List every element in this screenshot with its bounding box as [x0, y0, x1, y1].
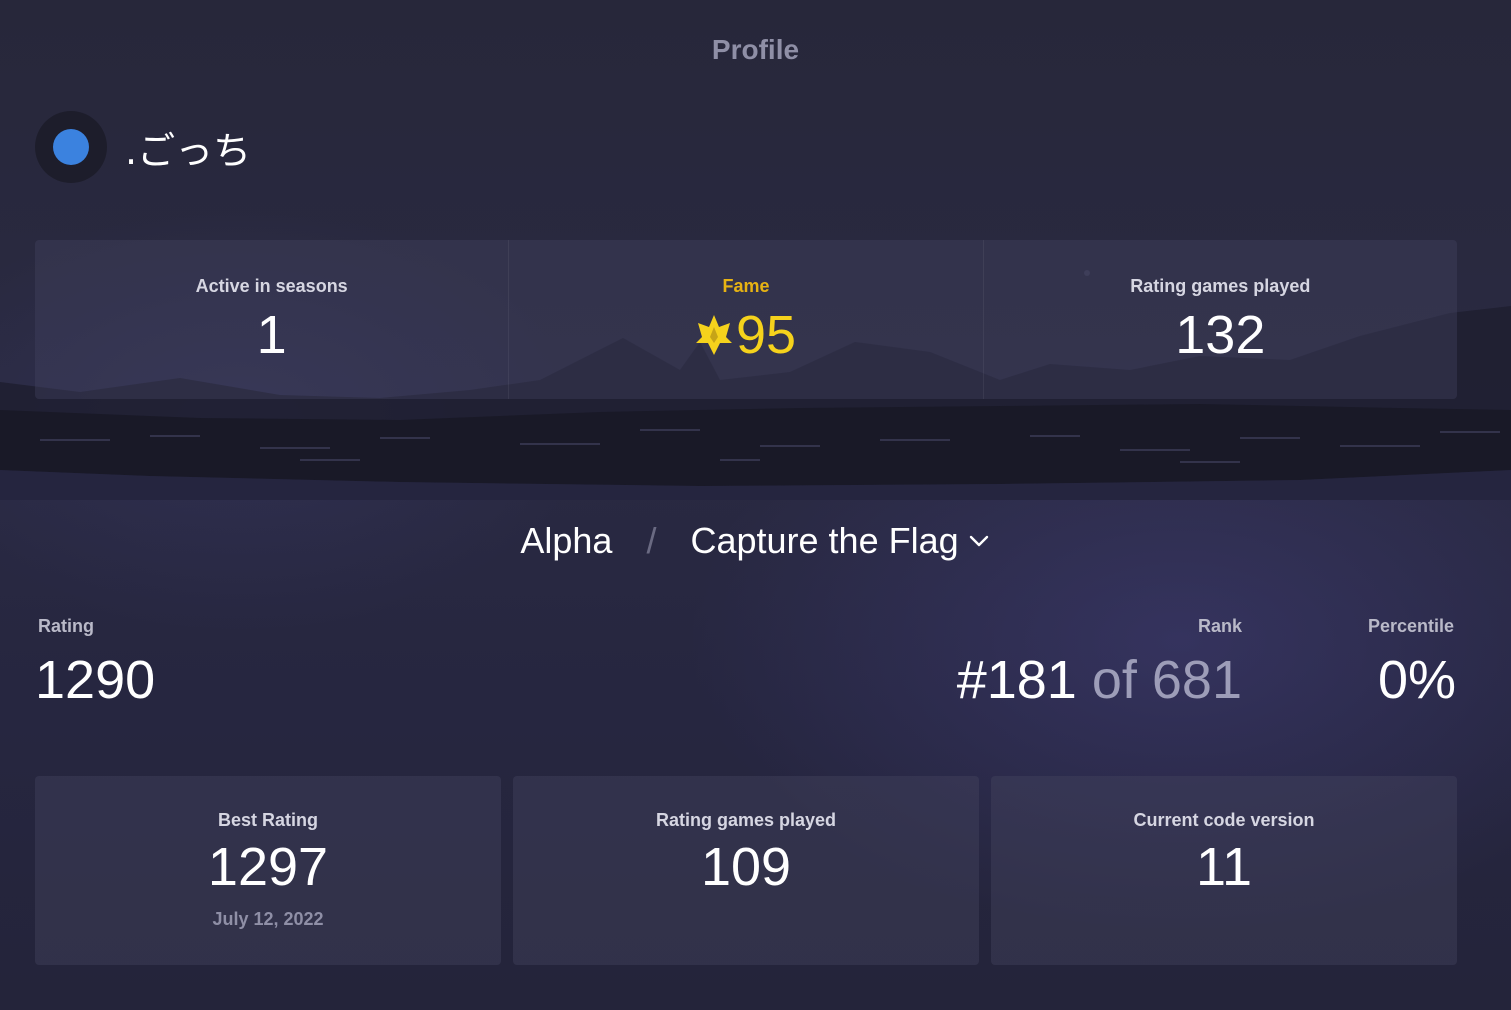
rating-value: 1290 — [35, 650, 156, 710]
player-name: .ごっち — [125, 128, 252, 173]
code-version-value: 11 — [1195, 837, 1253, 897]
breadcrumb-separator: / — [646, 520, 657, 561]
summary-active-seasons: Active in seasons 1 — [35, 240, 508, 399]
rank-value: #181 — [956, 650, 1077, 710]
stat-cards: Best Rating 1297 July 12, 2022 Rating ga… — [35, 776, 1457, 965]
rating-games-value: 132 — [1175, 305, 1266, 365]
fame-value: 95 — [735, 305, 797, 365]
code-version-card: Current code version 11 — [991, 776, 1457, 965]
percentile-label: Percentile — [1367, 616, 1454, 636]
chevron-down-icon — [969, 535, 988, 547]
active-seasons-label: Active in seasons — [195, 276, 348, 296]
rank-label: Rank — [1197, 616, 1242, 636]
rating-label: Rating — [38, 616, 94, 636]
best-rating-date: July 12, 2022 — [212, 909, 324, 929]
crown-icon — [695, 315, 732, 355]
card-rating-games-value: 109 — [700, 837, 792, 897]
avatar-dot — [53, 129, 89, 165]
rank-total: of 681 — [1091, 650, 1242, 710]
summary-fame: Fame 95 — [508, 240, 982, 399]
best-rating-label: Best Rating — [217, 810, 318, 830]
mode-dropdown[interactable]: Capture the Flag — [690, 520, 990, 562]
code-version-label: Current code version — [1133, 810, 1315, 830]
rating-games-label: Rating games played — [1130, 276, 1311, 296]
summary-rating-games: Rating games played 132 — [982, 240, 1457, 399]
best-rating-card: Best Rating 1297 July 12, 2022 — [35, 776, 501, 965]
card-rating-games-label: Rating games played — [655, 810, 837, 830]
rating-games-card: Rating games played 109 — [513, 776, 979, 965]
avatar — [35, 111, 107, 183]
page-title: Profile — [711, 34, 800, 65]
player-header: .ごっち — [35, 110, 251, 184]
summary-panel: Active in seasons 1 Fame 95 Rating games… — [35, 240, 1457, 399]
mode-name: Capture the Flag — [690, 520, 959, 561]
season-mode-selector: Alpha / Capture the Flag — [0, 520, 1511, 562]
active-seasons-value: 1 — [256, 305, 287, 365]
profile-page: Profile .ごっち Active in seasons 1 Fame 95… — [0, 0, 1511, 1010]
percentile-value: 0% — [1377, 650, 1456, 710]
fame-value-row: 95 — [695, 305, 797, 365]
rank-value-row: #181 of 681 — [957, 650, 1242, 710]
season-name[interactable]: Alpha — [520, 520, 612, 562]
fame-label: Fame — [722, 276, 770, 296]
best-rating-value: 1297 — [207, 837, 329, 897]
